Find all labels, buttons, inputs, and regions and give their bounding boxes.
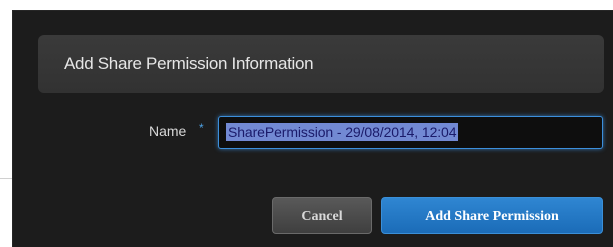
name-field-label: Name xyxy=(149,123,187,139)
add-share-permission-dialog: Add Share Permission Information Name * … xyxy=(12,10,613,247)
required-asterisk-icon: * xyxy=(199,121,204,135)
name-input[interactable]: SharePermission - 29/08/2014, 12:04 xyxy=(218,116,603,149)
dialog-title: Add Share Permission Information xyxy=(64,54,314,73)
add-share-permission-button[interactable]: Add Share Permission xyxy=(381,197,603,234)
name-input-value: SharePermission - 29/08/2014, 12:04 xyxy=(226,123,459,141)
cancel-button[interactable]: Cancel xyxy=(272,197,372,234)
dialog-header: Add Share Permission Information xyxy=(38,35,604,93)
backdrop-divider xyxy=(0,178,12,179)
